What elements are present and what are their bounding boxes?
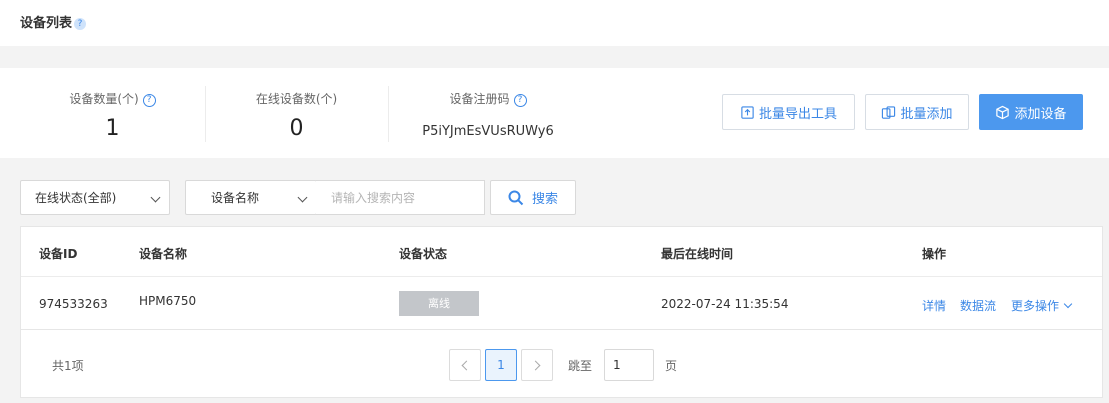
- next-page-button[interactable]: [521, 349, 553, 381]
- stats-panel: 设备数量(个)? 1 在线设备数(个) 0 设备注册码? P5iYJmEsVUs…: [0, 68, 1109, 158]
- cell-last-online: 2022-07-24 11:35:54: [661, 297, 789, 311]
- device-count-value: 1: [105, 116, 120, 141]
- page-number-button[interactable]: 1: [485, 349, 517, 381]
- column-header-last-online: 最后在线时间: [661, 247, 734, 261]
- device-count-label-row: 设备数量(个)?: [20, 90, 205, 107]
- copy-icon: [882, 105, 896, 119]
- chevron-left-icon: [461, 360, 472, 370]
- register-code-stat: 设备注册码? P5iYJmEsVUsRUWy6: [388, 68, 588, 158]
- register-code-label-row: 设备注册码?: [388, 90, 588, 107]
- search-field-value: 设备名称: [211, 191, 260, 205]
- search-field-select[interactable]: 设备名称: [185, 180, 317, 215]
- chevron-down-icon: [150, 192, 161, 203]
- question-icon[interactable]: ?: [142, 94, 156, 107]
- cell-device-name: HPM6750: [139, 294, 197, 308]
- search-icon: [508, 190, 524, 205]
- status-filter-select[interactable]: 在线状态(全部): [20, 180, 170, 215]
- prev-page-button[interactable]: [449, 349, 481, 381]
- page-title-text: 设备列表: [20, 16, 73, 31]
- online-count-value: 0: [289, 116, 304, 141]
- box-icon: [996, 105, 1010, 119]
- chevron-down-icon: [1063, 299, 1073, 309]
- register-code-value: P5iYJmEsVUsRUWy6: [422, 124, 554, 139]
- batch-export-label: 批量导出工具: [758, 106, 837, 122]
- detail-link[interactable]: 详情: [922, 297, 946, 314]
- total-count: 共1项: [52, 359, 84, 373]
- header-bar: 设备列表?: [0, 0, 1109, 46]
- more-actions-dropdown[interactable]: 更多操作: [1011, 297, 1073, 314]
- column-header-actions: 操作: [922, 247, 947, 261]
- help-icon[interactable]: ?: [74, 17, 87, 30]
- pagination: 共1项 1 跳至 页: [20, 330, 1103, 398]
- search-button[interactable]: 搜索: [490, 180, 576, 215]
- header-divider: [21, 276, 1102, 277]
- device-count-label: 设备数量(个): [69, 92, 139, 106]
- device-count-stat: 设备数量(个)? 1: [20, 68, 205, 158]
- online-count-stat: 在线设备数(个) 0: [205, 68, 388, 158]
- goto-page-input[interactable]: [604, 349, 654, 381]
- datastream-link[interactable]: 数据流: [960, 297, 996, 314]
- goto-label: 跳至: [568, 359, 593, 373]
- batch-add-label: 批量添加: [900, 106, 953, 122]
- batch-export-button[interactable]: 批量导出工具: [722, 94, 855, 130]
- online-count-label: 在线设备数(个): [255, 92, 338, 106]
- export-icon: [741, 105, 754, 119]
- page-suffix-label: 页: [665, 359, 678, 373]
- status-filter-value: 在线状态(全部): [35, 191, 117, 205]
- column-header-name: 设备名称: [139, 247, 188, 261]
- add-device-label: 添加设备: [1014, 106, 1067, 122]
- register-code-label: 设备注册码: [449, 92, 510, 106]
- batch-add-button[interactable]: 批量添加: [865, 94, 969, 130]
- chevron-right-icon: [530, 360, 541, 370]
- page-title: 设备列表?: [20, 12, 87, 31]
- question-icon[interactable]: ?: [513, 94, 527, 107]
- status-badge: 离线: [399, 291, 479, 316]
- cell-device-id: 974533263: [39, 297, 108, 311]
- add-device-button[interactable]: 添加设备: [979, 94, 1083, 130]
- device-table: 设备ID 设备名称 设备状态 最后在线时间 操作 974533263 HPM67…: [20, 226, 1103, 330]
- more-actions-label: 更多操作: [1011, 299, 1060, 313]
- column-header-id: 设备ID: [39, 247, 78, 261]
- chevron-down-icon: [297, 192, 308, 203]
- column-header-status: 设备状态: [399, 247, 448, 261]
- search-button-label: 搜索: [531, 192, 558, 207]
- search-input[interactable]: [316, 180, 485, 215]
